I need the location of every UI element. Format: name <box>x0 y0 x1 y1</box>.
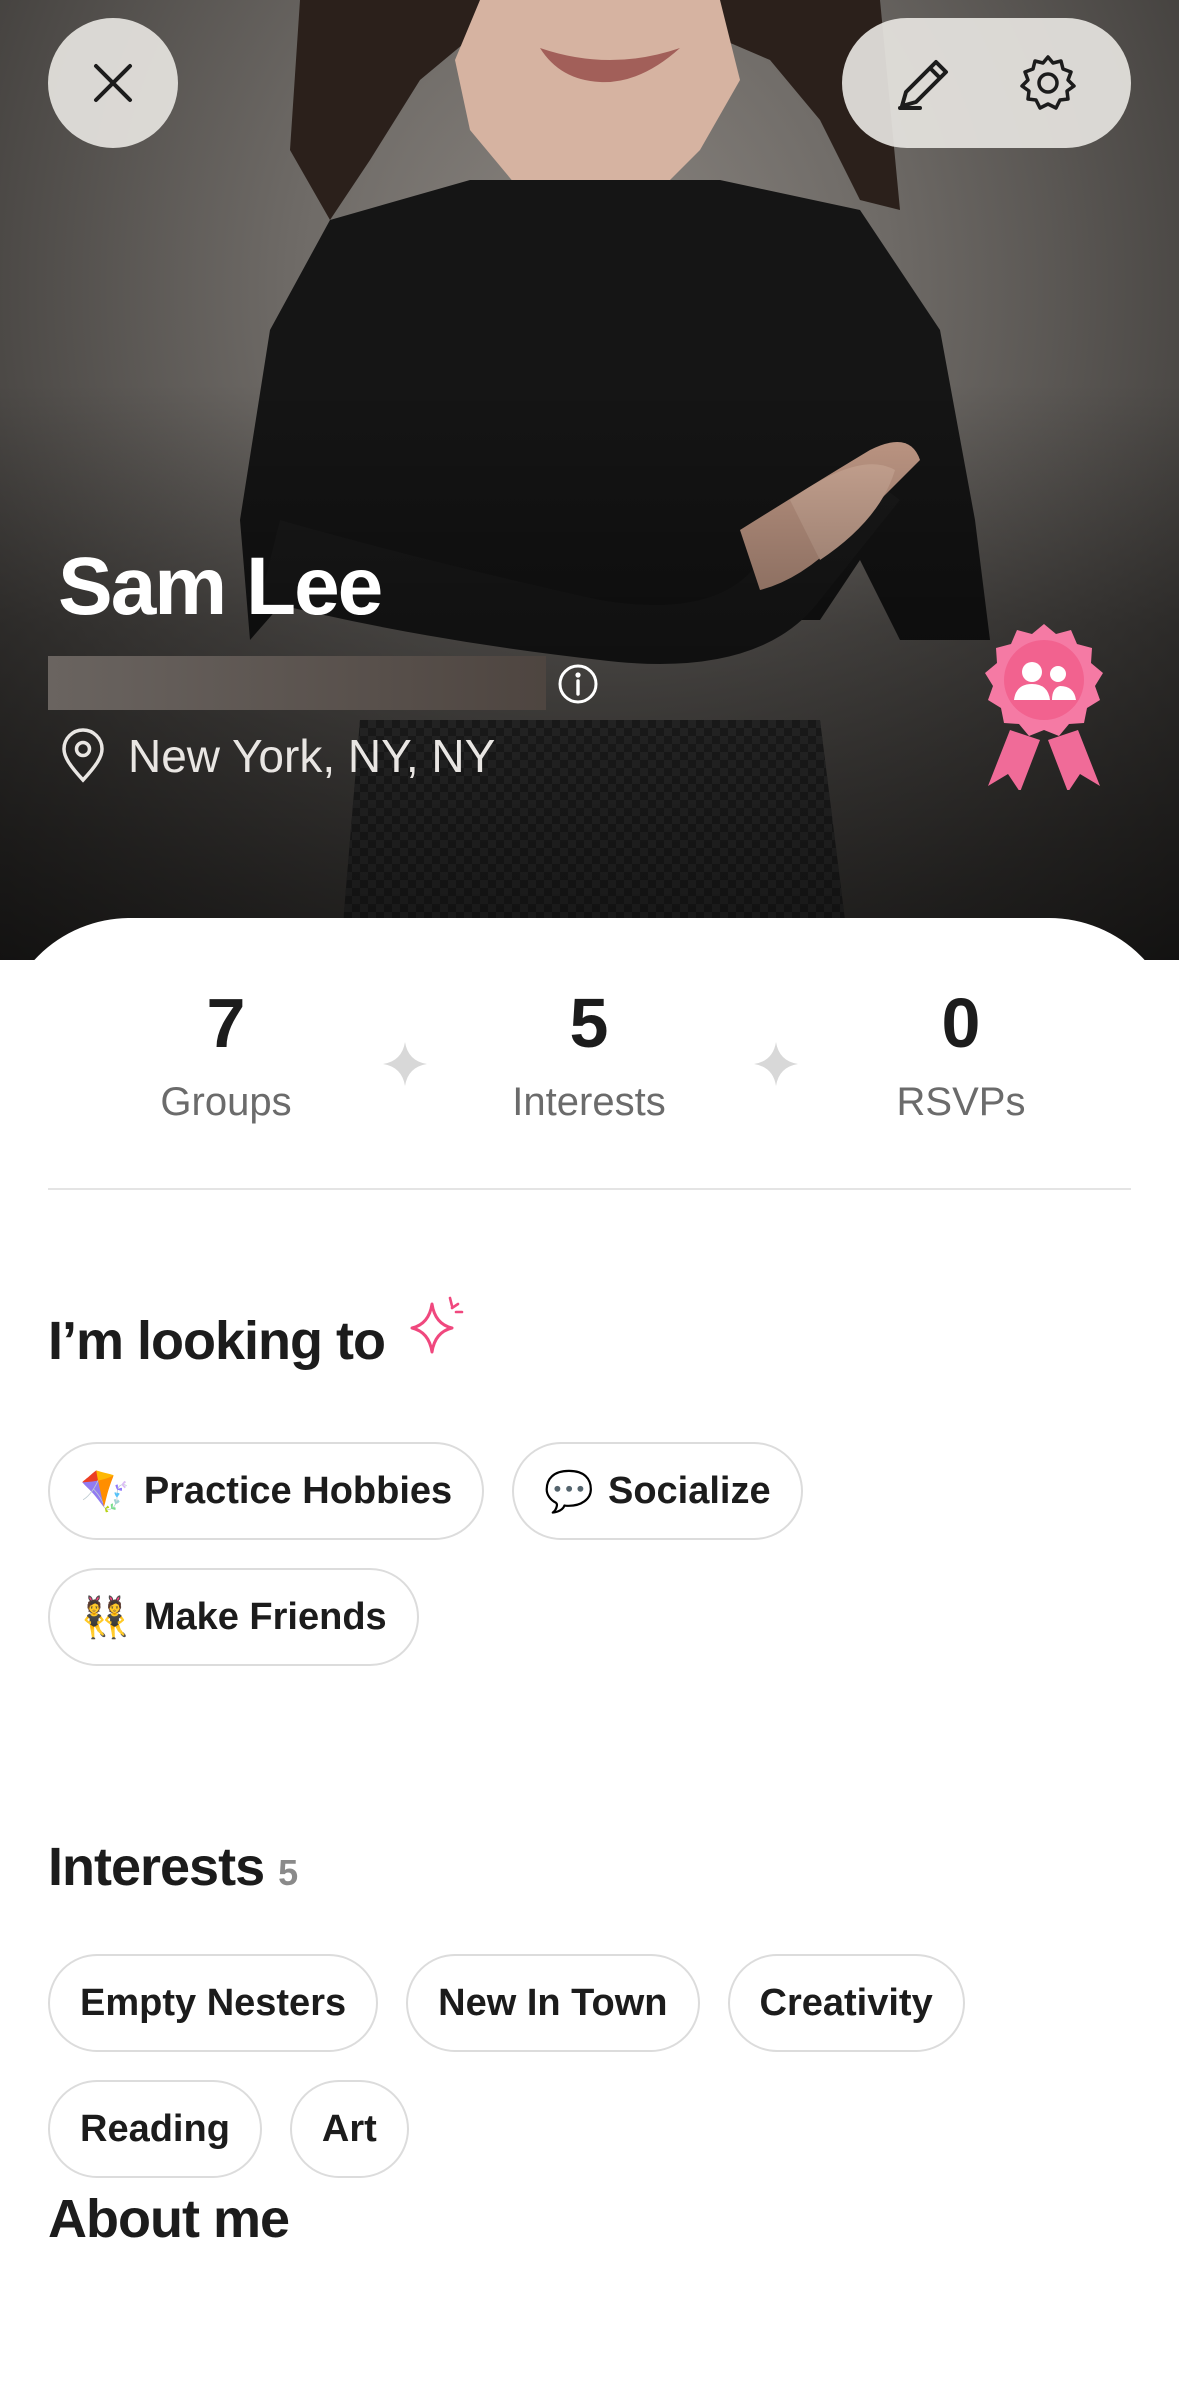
stat-value: 0 <box>941 984 981 1062</box>
info-icon[interactable] <box>556 662 600 706</box>
sparkle-icon <box>754 1042 798 1086</box>
interest-chip[interactable]: New In Town <box>406 1954 700 2052</box>
location-pin-icon <box>62 728 104 783</box>
profile-stats: 7 Groups 5 Interests 0 RSVPs <box>48 988 1131 1128</box>
group-badge-icon[interactable] <box>970 620 1118 790</box>
close-button[interactable] <box>48 18 178 148</box>
chip-label: Socialize <box>607 1469 771 1512</box>
looking-to-title: I’m looking to <box>48 1311 386 1371</box>
gear-icon <box>1020 55 1076 110</box>
interest-chip[interactable]: Empty Nesters <box>48 1954 379 2052</box>
about-me-title: About me <box>48 2189 290 2249</box>
stat-rsvps[interactable]: 0 RSVPs <box>831 988 1091 1125</box>
interests-title-text: Interests <box>48 1837 265 1897</box>
chip-practice-hobbies[interactable]: 🪁 Practice Hobbies <box>48 1442 485 1540</box>
edit-profile-button[interactable] <box>875 33 975 133</box>
chip-socialize[interactable]: 💬 Socialize <box>512 1442 803 1540</box>
interest-chip[interactable]: Reading <box>48 2080 262 2178</box>
kite-icon: 🪁 <box>80 1468 130 1515</box>
interest-chip[interactable]: Art <box>289 2080 409 2178</box>
close-icon <box>94 64 132 102</box>
settings-button[interactable] <box>998 33 1098 133</box>
speech-bubble-icon: 💬 <box>544 1468 594 1515</box>
interests-title: Interests 5 <box>48 1836 298 1898</box>
interests-count: 5 <box>278 1852 299 1893</box>
stat-label: Interests <box>512 1080 666 1124</box>
profile-location: New York, NY, NY <box>58 728 495 784</box>
chip-label: Make Friends <box>143 1595 387 1638</box>
looking-to-chips: 🪁 Practice Hobbies 💬 Socialize 👯 Make Fr… <box>48 1442 1131 1666</box>
chip-label: Practice Hobbies <box>143 1469 453 1512</box>
stat-label: RSVPs <box>896 1080 1026 1124</box>
chip-make-friends[interactable]: 👯 Make Friends <box>48 1568 419 1666</box>
stat-label: Groups <box>160 1080 292 1124</box>
stat-value: 7 <box>206 984 246 1062</box>
location-text: New York, NY, NY <box>128 730 496 782</box>
friends-icon: 👯 <box>80 1594 130 1641</box>
profile-name: Sam Lee <box>58 541 383 632</box>
sparkle-icon <box>410 1296 464 1354</box>
profile-details-sheet: 7 Groups 5 Interests 0 RSVPs I’m looking… <box>0 918 1179 2396</box>
stat-interests[interactable]: 5 Interests <box>459 988 719 1125</box>
redacted-text <box>48 656 546 710</box>
interest-chip[interactable]: Creativity <box>727 1954 965 2052</box>
profile-actions <box>842 18 1131 148</box>
pencil-icon <box>898 60 949 110</box>
sparkle-icon <box>383 1042 427 1086</box>
profile-hero: Sam Lee New York, NY, NY <box>0 0 1179 960</box>
stat-value: 5 <box>569 984 609 1062</box>
divider <box>48 1188 1131 1190</box>
stat-groups[interactable]: 7 Groups <box>96 988 356 1125</box>
interest-chips: Empty Nesters New In Town Creativity Rea… <box>48 1954 1131 2178</box>
